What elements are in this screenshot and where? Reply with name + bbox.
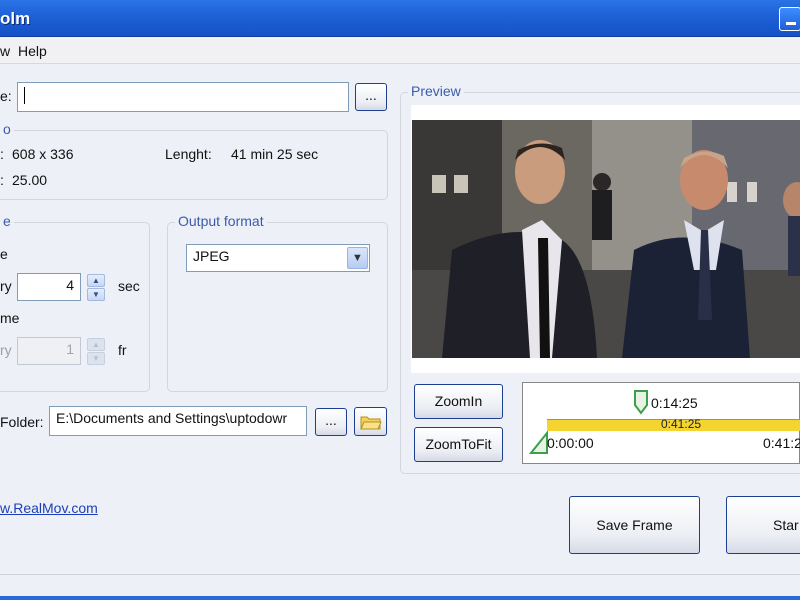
zoom-to-fit-button[interactable]: ZoomToFit <box>414 427 503 462</box>
format-select-value: JPEG <box>193 248 230 264</box>
option-seconds-label: e <box>0 246 8 262</box>
size-label: : <box>0 146 4 162</box>
file-input[interactable] <box>17 82 349 112</box>
start-button[interactable]: Star <box>726 496 800 554</box>
end-time: 0:41:2 <box>763 435 800 451</box>
frames-input[interactable]: 1 <box>17 337 81 365</box>
seconds-unit: sec <box>118 278 140 294</box>
start-time: 0:00:00 <box>547 435 594 451</box>
current-time: 0:14:25 <box>651 395 698 411</box>
seconds-spin-down-button[interactable]: ▼ <box>87 288 105 301</box>
position-marker-icon[interactable] <box>633 389 649 415</box>
frames-spin-up-button[interactable]: ▲ <box>87 338 105 351</box>
capture-group-label: e <box>0 213 14 229</box>
menu-view[interactable]: w <box>0 43 10 59</box>
fps-value: 25.00 <box>12 172 48 188</box>
info-group <box>0 130 388 200</box>
status-divider <box>0 574 800 575</box>
every-frames-label: ry <box>0 342 12 358</box>
window-title: olm <box>0 9 31 28</box>
file-label: e: <box>0 88 12 104</box>
website-link[interactable]: w.RealMov.com <box>0 500 98 516</box>
folder-input[interactable]: E:\Documents and Settings\uptodowr <box>49 406 307 436</box>
text-cursor <box>24 86 25 104</box>
fps-label: : <box>0 172 4 188</box>
capture-group <box>0 222 150 392</box>
size-value: 608 x 336 <box>12 146 74 162</box>
save-frame-button[interactable]: Save Frame <box>569 496 700 554</box>
timeline-panel[interactable]: 0:14:25 0:41:25 0:00:00 0:41:2 <box>522 382 800 464</box>
menu-bar: w Help <box>0 38 800 64</box>
menu-help[interactable]: Help <box>18 43 47 59</box>
title-bar: olm <box>0 0 800 37</box>
info-group-label: o <box>0 121 14 137</box>
window-bottom-border <box>0 596 800 600</box>
folder-browse-button[interactable]: ... <box>315 408 347 436</box>
format-select[interactable]: JPEG <box>186 244 370 272</box>
frames-spin-down-button[interactable]: ▼ <box>87 352 105 365</box>
preview-group-label: Preview <box>408 83 464 99</box>
every-seconds-label: ry <box>0 278 12 294</box>
zoom-in-button[interactable]: ZoomIn <box>414 384 503 419</box>
video-frame-image <box>412 120 800 358</box>
minimize-button[interactable] <box>779 7 800 31</box>
timeline-bar-time: 0:41:25 <box>661 417 702 431</box>
start-marker-icon[interactable] <box>529 431 549 455</box>
folder-icon <box>359 416 382 430</box>
length-value: 41 min 25 sec <box>231 146 319 162</box>
output-format-label: Output format <box>175 213 267 229</box>
file-browse-button[interactable]: ... <box>355 83 387 111</box>
frames-unit: fr <box>118 342 127 358</box>
chevron-down-icon[interactable]: ▼ <box>347 247 368 269</box>
option-frames-label: me <box>0 310 20 326</box>
seconds-spin-up-button[interactable]: ▲ <box>87 274 105 287</box>
seconds-input[interactable]: 4 <box>17 273 81 301</box>
video-frame <box>412 120 800 358</box>
length-label: Lenght: <box>165 146 212 162</box>
open-folder-button[interactable] <box>354 407 387 436</box>
folder-label: Folder: <box>0 414 44 430</box>
